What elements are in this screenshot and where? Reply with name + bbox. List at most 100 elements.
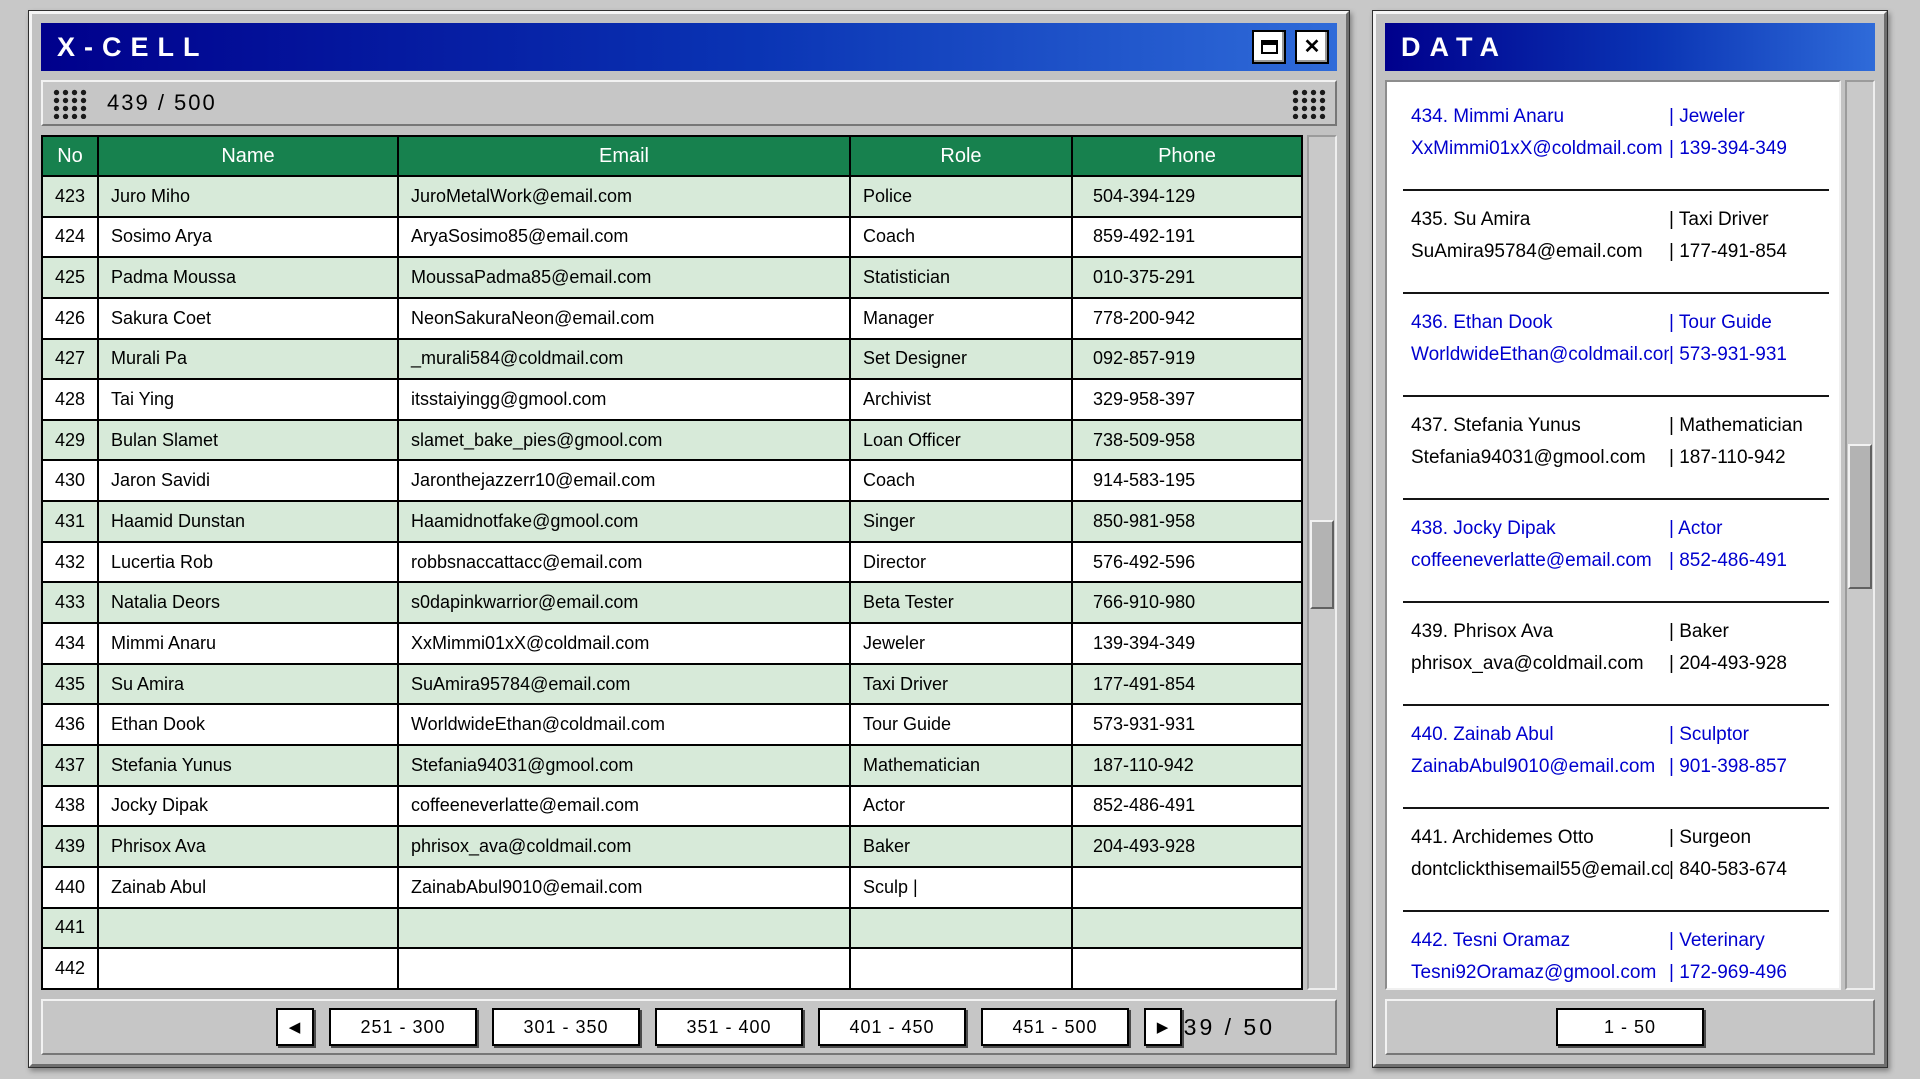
cell-email[interactable]: robbsnaccattacc@email.com [398, 542, 850, 583]
cell-name[interactable]: Lucertia Rob [98, 542, 398, 583]
cell-email[interactable] [398, 908, 850, 949]
cell-role[interactable]: Police [850, 176, 1072, 217]
cell-phone[interactable]: 852-486-491 [1072, 786, 1302, 827]
cell-no[interactable]: 426 [42, 298, 98, 339]
cell-name[interactable]: Phrisox Ava [98, 826, 398, 867]
cell-role[interactable]: Coach [850, 460, 1072, 501]
scrollbar-thumb[interactable] [1848, 444, 1872, 589]
cell-role[interactable]: Statistician [850, 257, 1072, 298]
cell-phone[interactable]: 177-491-854 [1072, 664, 1302, 705]
cell-phone[interactable] [1072, 948, 1302, 989]
data-entry[interactable]: 439. Phrisox Ava | Baker phrisox_ava@col… [1403, 603, 1829, 706]
data-entry[interactable]: 441. Archidemes Otto | Surgeon dontclick… [1403, 809, 1829, 912]
cell-name[interactable]: Stefania Yunus [98, 745, 398, 786]
cell-no[interactable]: 430 [42, 460, 98, 501]
cell-email[interactable]: slamet_bake_pies@gmool.com [398, 420, 850, 461]
maximize-button[interactable] [1252, 30, 1286, 64]
cell-phone[interactable]: 778-200-942 [1072, 298, 1302, 339]
cell-phone[interactable]: 766-910-980 [1072, 582, 1302, 623]
cell-name[interactable]: Haamid Dunstan [98, 501, 398, 542]
cell-email[interactable]: NeonSakuraNeon@email.com [398, 298, 850, 339]
cell-name[interactable]: Juro Miho [98, 176, 398, 217]
page-range-button[interactable]: 401 - 450 [818, 1008, 966, 1046]
cell-name[interactable]: Tai Ying [98, 379, 398, 420]
cell-name[interactable] [98, 948, 398, 989]
cell-email[interactable]: coffeeneverlatte@email.com [398, 786, 850, 827]
cell-name[interactable]: Su Amira [98, 664, 398, 705]
cell-role[interactable] [850, 908, 1072, 949]
cell-no[interactable]: 431 [42, 501, 98, 542]
data-scrollbar[interactable] [1845, 80, 1875, 990]
cell-phone[interactable]: 738-509-958 [1072, 420, 1302, 461]
cell-name[interactable] [98, 908, 398, 949]
cell-email[interactable]: s0dapinkwarrior@email.com [398, 582, 850, 623]
cell-phone[interactable]: 576-492-596 [1072, 542, 1302, 583]
cell-role[interactable]: Coach [850, 217, 1072, 258]
cell-email[interactable]: ZainabAbul9010@email.com [398, 867, 850, 908]
cell-name[interactable]: Jocky Dipak [98, 786, 398, 827]
cell-email[interactable]: WorldwideEthan@coldmail.com [398, 704, 850, 745]
dot-grid-icon[interactable] [52, 88, 87, 119]
data-entry[interactable]: 440. Zainab Abul | Sculptor ZainabAbul90… [1403, 706, 1829, 809]
page-range-button[interactable]: 301 - 350 [492, 1008, 640, 1046]
cell-no[interactable]: 423 [42, 176, 98, 217]
cell-role[interactable]: Baker [850, 826, 1072, 867]
column-header[interactable]: Email [398, 136, 850, 176]
cell-no[interactable]: 428 [42, 379, 98, 420]
cell-name[interactable]: Natalia Deors [98, 582, 398, 623]
cell-no[interactable]: 437 [42, 745, 98, 786]
cell-email[interactable]: itsstaiyingg@gmool.com [398, 379, 850, 420]
cell-role[interactable]: Beta Tester [850, 582, 1072, 623]
cell-name[interactable]: Bulan Slamet [98, 420, 398, 461]
data-entry[interactable]: 436. Ethan Dook | Tour Guide WorldwideEt… [1403, 294, 1829, 397]
cell-email[interactable]: phrisox_ava@coldmail.com [398, 826, 850, 867]
data-range-button[interactable]: 1 - 50 [1556, 1008, 1704, 1046]
cell-role[interactable]: Archivist [850, 379, 1072, 420]
cell-no[interactable]: 439 [42, 826, 98, 867]
cell-role[interactable]: Taxi Driver [850, 664, 1072, 705]
cell-no[interactable]: 433 [42, 582, 98, 623]
close-button[interactable]: ✕ [1295, 30, 1329, 64]
cell-name[interactable]: Murali Pa [98, 339, 398, 380]
cell-email[interactable]: _murali584@coldmail.com [398, 339, 850, 380]
column-header[interactable]: No [42, 136, 98, 176]
cell-name[interactable]: Padma Moussa [98, 257, 398, 298]
cell-role[interactable] [850, 948, 1072, 989]
cell-role[interactable]: Loan Officer [850, 420, 1072, 461]
cell-phone[interactable]: 187-110-942 [1072, 745, 1302, 786]
cell-email[interactable]: MoussaPadma85@email.com [398, 257, 850, 298]
page-range-button[interactable]: 351 - 400 [655, 1008, 803, 1046]
cell-email[interactable]: SuAmira95784@email.com [398, 664, 850, 705]
table-scrollbar[interactable] [1307, 135, 1337, 990]
cell-phone[interactable]: 092-857-919 [1072, 339, 1302, 380]
cell-phone[interactable]: 010-375-291 [1072, 257, 1302, 298]
data-entry[interactable]: 437. Stefania Yunus | Mathematician Stef… [1403, 397, 1829, 500]
cell-name[interactable]: Sosimo Arya [98, 217, 398, 258]
page-range-button[interactable]: 251 - 300 [329, 1008, 477, 1046]
cell-phone[interactable]: 329-958-397 [1072, 379, 1302, 420]
cell-role[interactable]: Singer [850, 501, 1072, 542]
prev-page-button[interactable]: ◀ [276, 1008, 314, 1046]
cell-role[interactable]: Manager [850, 298, 1072, 339]
xcell-titlebar[interactable]: X-CELL ✕ [41, 23, 1337, 71]
cell-role[interactable]: Director [850, 542, 1072, 583]
next-page-button[interactable]: ▶ [1144, 1008, 1182, 1046]
cell-email[interactable]: Haamidnotfake@gmool.com [398, 501, 850, 542]
data-entry[interactable]: 434. Mimmi Anaru | Jeweler XxMimmi01xX@c… [1403, 88, 1829, 191]
page-range-button[interactable]: 451 - 500 [981, 1008, 1129, 1046]
cell-role[interactable]: Set Designer [850, 339, 1072, 380]
cell-email[interactable]: Stefania94031@gmool.com [398, 745, 850, 786]
data-entry[interactable]: 435. Su Amira | Taxi Driver SuAmira95784… [1403, 191, 1829, 294]
cell-no[interactable]: 435 [42, 664, 98, 705]
cell-role[interactable]: Sculp | [850, 867, 1072, 908]
cell-no[interactable]: 429 [42, 420, 98, 461]
cell-name[interactable]: Jaron Savidi [98, 460, 398, 501]
cell-phone[interactable] [1072, 908, 1302, 949]
cell-no[interactable]: 440 [42, 867, 98, 908]
data-titlebar[interactable]: DATA [1385, 23, 1875, 71]
cell-no[interactable]: 441 [42, 908, 98, 949]
cell-no[interactable]: 432 [42, 542, 98, 583]
cell-phone[interactable]: 139-394-349 [1072, 623, 1302, 664]
cell-role[interactable]: Mathematician [850, 745, 1072, 786]
cell-phone[interactable]: 859-492-191 [1072, 217, 1302, 258]
